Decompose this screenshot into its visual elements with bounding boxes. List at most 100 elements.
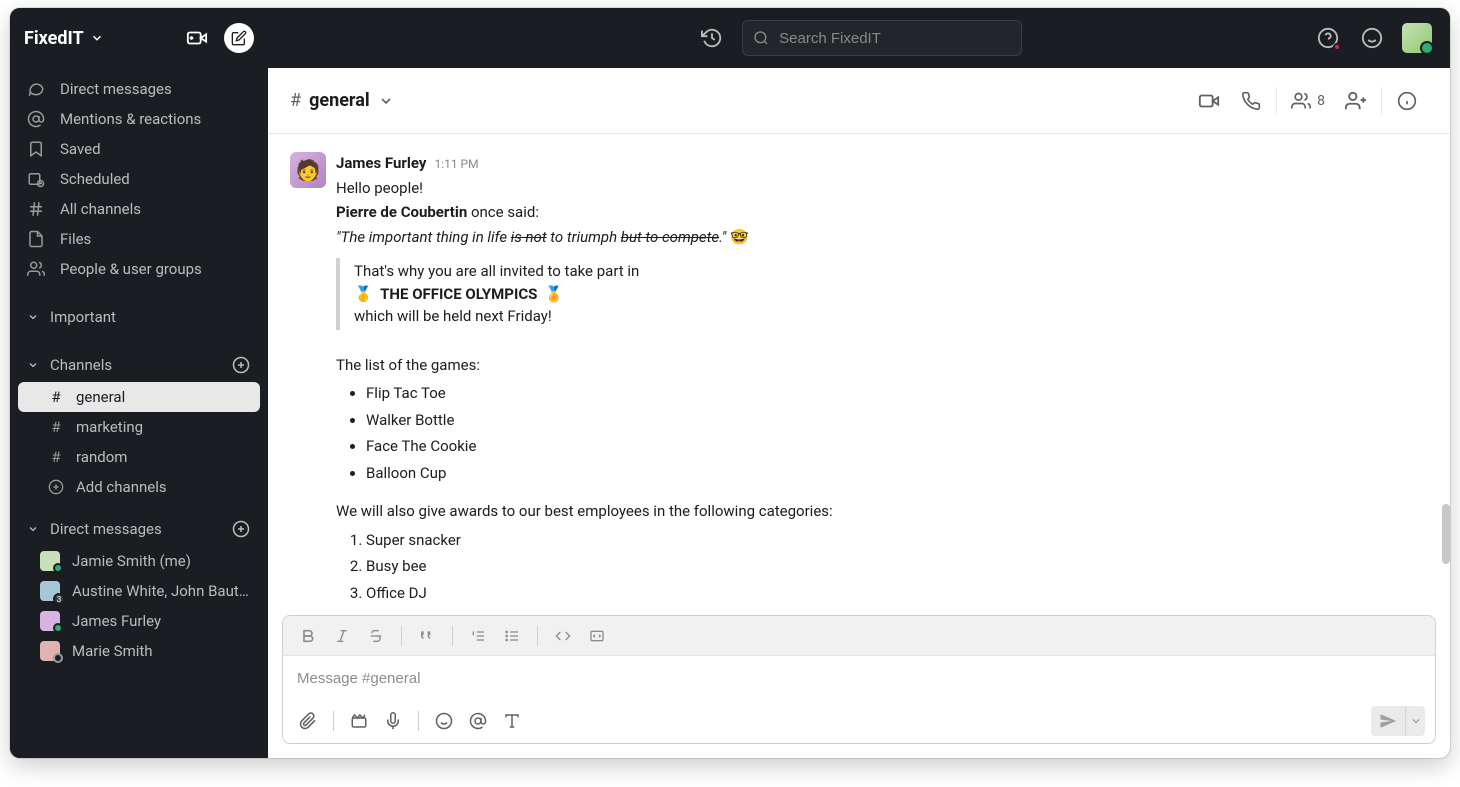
smile-icon xyxy=(435,712,453,730)
divider xyxy=(1276,87,1277,115)
quote-strike: but to compete xyxy=(621,228,719,246)
at-icon xyxy=(469,712,487,730)
nav-label: Direct messages xyxy=(60,80,172,98)
nav-label: Mentions & reactions xyxy=(60,110,201,128)
messages-pane[interactable]: 🧑 James Furley 1:11 PM Hello people! Pie… xyxy=(268,134,1450,607)
chevron-down-icon xyxy=(26,358,40,372)
search-box[interactable] xyxy=(742,20,1022,56)
video-clip-button[interactable] xyxy=(344,706,374,736)
app-root: FixedIT Direct messages Mentions & react… xyxy=(10,8,1450,758)
plus-icon xyxy=(48,479,64,495)
composer-input-wrap xyxy=(283,656,1435,699)
add-dm-button[interactable] xyxy=(230,518,252,540)
add-channel-button[interactable] xyxy=(230,354,252,376)
nav-files[interactable]: Files xyxy=(10,224,268,254)
dm-label: Marie Smith xyxy=(72,642,153,660)
message-line: Pierre de Coubertin once said: xyxy=(336,201,1428,224)
composer-actions xyxy=(283,699,1435,743)
unordered-list-button[interactable] xyxy=(497,621,527,651)
dm-marie-smith[interactable]: Marie Smith xyxy=(10,636,268,666)
emoji-button[interactable] xyxy=(1358,24,1386,52)
nav-label: All channels xyxy=(60,200,141,218)
workspace-actions xyxy=(180,21,254,55)
dm-jamie-smith[interactable]: Jamie Smith (me) xyxy=(10,546,268,576)
scheduled-icon xyxy=(26,169,46,189)
message: 🧑 James Furley 1:11 PM Hello people! Pie… xyxy=(290,152,1428,607)
list-item: Face The Cookie xyxy=(366,433,1428,460)
channel-random[interactable]: # random xyxy=(18,442,260,472)
audio-button[interactable] xyxy=(378,706,408,736)
video-call-button[interactable] xyxy=(1188,83,1230,119)
ordered-list-button[interactable] xyxy=(463,621,493,651)
main-area: # general 8 🧑 xyxy=(268,8,1450,758)
people-icon xyxy=(26,259,46,279)
ol-icon xyxy=(470,628,486,644)
message-author[interactable]: James Furley xyxy=(336,152,426,175)
mention-button[interactable] xyxy=(463,706,493,736)
chevron-down-icon xyxy=(1410,715,1422,727)
nav-mentions[interactable]: Mentions & reactions xyxy=(10,104,268,134)
nav-scheduled[interactable]: Scheduled xyxy=(10,164,268,194)
section-channels[interactable]: Channels xyxy=(10,348,268,382)
add-people-button[interactable] xyxy=(1335,83,1377,119)
history-button[interactable] xyxy=(696,22,728,54)
topbar-center xyxy=(696,20,1022,56)
add-channels[interactable]: Add channels xyxy=(18,472,260,502)
games-list: Flip Tac Toe Walker Bottle Face The Cook… xyxy=(366,380,1428,486)
message-input[interactable] xyxy=(297,670,1421,687)
compose-button[interactable] xyxy=(224,23,254,53)
format-toggle-button[interactable] xyxy=(497,706,527,736)
codeblock-button[interactable] xyxy=(582,621,612,651)
dm-james-furley[interactable]: James Furley xyxy=(10,606,268,636)
nav-all-channels[interactable]: All channels xyxy=(10,194,268,224)
video-icon xyxy=(1198,90,1220,112)
strike-button[interactable] xyxy=(361,621,391,651)
topbar-right xyxy=(1314,23,1432,53)
channel-marketing[interactable]: # marketing xyxy=(18,412,260,442)
chevron-down-icon xyxy=(26,522,40,536)
channel-title[interactable]: # general xyxy=(290,90,394,111)
section-dms[interactable]: Direct messages xyxy=(10,512,268,546)
workspace-switcher[interactable]: FixedIT xyxy=(24,28,104,49)
nav-direct-messages[interactable]: Direct messages xyxy=(10,74,268,104)
hash-icon: # xyxy=(48,448,64,466)
user-avatar[interactable] xyxy=(1402,23,1432,53)
strikethrough-icon xyxy=(368,628,384,644)
help-button[interactable] xyxy=(1314,24,1342,52)
italic-button[interactable] xyxy=(327,621,357,651)
nav-label: Files xyxy=(60,230,91,248)
search-input[interactable] xyxy=(779,30,1011,47)
quote-button[interactable] xyxy=(412,621,442,651)
attach-button[interactable] xyxy=(293,706,323,736)
channel-name: general xyxy=(309,90,370,111)
nav-saved[interactable]: Saved xyxy=(10,134,268,164)
dm-austine-white[interactable]: 3 Austine White, John Baut… xyxy=(10,576,268,606)
bold-button[interactable] xyxy=(293,621,323,651)
dm-label: Jamie Smith (me) xyxy=(72,552,191,570)
avatar xyxy=(40,551,60,571)
message-avatar[interactable]: 🧑 xyxy=(290,152,326,188)
send-button[interactable] xyxy=(1371,706,1405,736)
chevron-down-icon xyxy=(26,310,40,324)
code-button[interactable] xyxy=(548,621,578,651)
info-icon xyxy=(1397,91,1417,111)
type-icon xyxy=(503,712,521,730)
video-add-button[interactable] xyxy=(180,21,214,55)
phone-call-button[interactable] xyxy=(1230,83,1272,119)
list-item: Office DJ xyxy=(366,580,1428,607)
channel-general[interactable]: # general xyxy=(18,382,260,412)
message-quote: "The important thing in life is not to t… xyxy=(336,226,1428,249)
channel-info-button[interactable] xyxy=(1386,83,1428,119)
awards-list: Super snacker Busy bee Office DJ xyxy=(366,527,1428,607)
workspace-name: FixedIT xyxy=(24,28,84,49)
bookmark-icon xyxy=(26,139,46,159)
members-button[interactable]: 8 xyxy=(1281,91,1335,111)
presence-online-icon xyxy=(53,563,63,573)
send-options-button[interactable] xyxy=(1405,706,1425,736)
section-important[interactable]: Important xyxy=(10,300,268,334)
scrollbar[interactable] xyxy=(1442,504,1450,564)
nav-people[interactable]: People & user groups xyxy=(10,254,268,284)
dm-icon xyxy=(26,79,46,99)
emoji-picker-button[interactable] xyxy=(429,706,459,736)
nerd-emoji: 🤓 xyxy=(730,228,749,246)
